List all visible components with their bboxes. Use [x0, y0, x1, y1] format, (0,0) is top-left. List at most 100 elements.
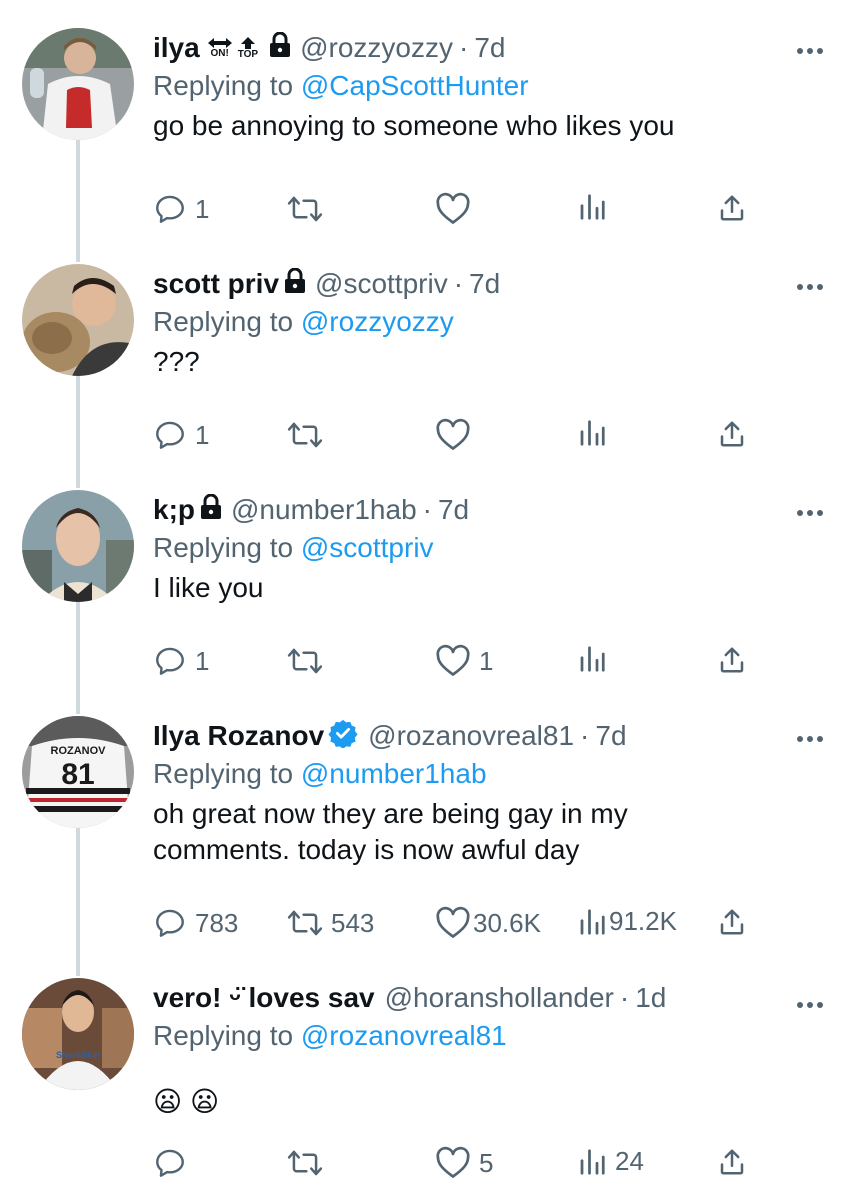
tweet-header: scott priv @scottpriv · 7d — [153, 264, 814, 304]
replying-to: Replying to @scottpriv — [153, 530, 814, 566]
handle[interactable]: @scottpriv — [315, 268, 448, 300]
reply-icon — [156, 421, 184, 449]
tweet-header: ilya ON! TOP @rozzyozzy · 7d — [153, 28, 814, 68]
heart-icon — [436, 1146, 470, 1178]
handle[interactable]: @number1hab — [231, 494, 417, 526]
display-name[interactable]: scott priv — [153, 268, 279, 300]
reply-button[interactable]: 1 — [153, 644, 209, 678]
like-button[interactable]: 5 — [435, 1146, 493, 1180]
views-button[interactable]: 24 — [577, 1146, 644, 1177]
views-button[interactable] — [577, 644, 615, 674]
like-count: 1 — [479, 645, 494, 676]
timestamp[interactable]: 7d — [595, 720, 626, 752]
avatar[interactable] — [22, 264, 134, 376]
more-options-icon[interactable] — [796, 730, 824, 748]
replying-to-mention[interactable]: @CapScottHunter — [301, 70, 529, 101]
separator-dot: · — [422, 494, 432, 525]
share-button[interactable] — [717, 644, 747, 676]
replying-to: Replying to @number1hab — [153, 756, 814, 792]
top-badge-label: TOP — [237, 49, 259, 60]
retweet-button[interactable] — [287, 192, 331, 226]
views-button[interactable] — [577, 418, 615, 448]
views-button[interactable] — [577, 192, 615, 222]
timestamp[interactable]: 7d — [438, 494, 469, 526]
retweet-count: 543 — [331, 907, 375, 938]
replying-prefix: Replying to — [153, 758, 294, 789]
more-options-icon[interactable] — [796, 504, 824, 522]
tweet[interactable]: k;p @number1hab · 7d Replying to @scottp… — [0, 490, 854, 690]
avatar[interactable]: SharkSkin — [22, 978, 134, 1090]
more-options-icon[interactable] — [796, 278, 824, 296]
reply-button[interactable]: 1 — [153, 418, 209, 452]
display-name[interactable]: ilya — [153, 32, 200, 64]
top-arrow-icon: TOP — [238, 36, 258, 60]
like-button[interactable] — [435, 418, 479, 452]
like-button[interactable]: 30.6K — [435, 906, 541, 940]
like-count: 5 — [479, 1147, 494, 1178]
avatar[interactable]: ROZANOV 81 — [22, 716, 134, 828]
timestamp[interactable]: 1d — [635, 982, 666, 1014]
replying-prefix: Replying to — [153, 532, 294, 563]
views-icon — [580, 420, 605, 446]
replying-prefix: Replying to — [153, 1020, 294, 1051]
name-emoji-badges: ON! TOP — [206, 36, 258, 60]
tweet-text: oh great now they are being gay in my co… — [153, 796, 814, 868]
lock-icon — [283, 267, 307, 301]
share-icon — [720, 1149, 744, 1175]
replying-to: Replying to @CapScottHunter — [153, 68, 814, 104]
tweet[interactable]: ROZANOV 81 Ilya Rozanov @rozanovreal81 ·… — [0, 716, 854, 946]
share-icon — [720, 421, 744, 447]
avatar[interactable] — [22, 28, 134, 140]
tweet[interactable]: SharkSkin vero! ᵕ̈ loves sav @horansholl… — [0, 978, 854, 1200]
avatar[interactable] — [22, 490, 134, 602]
retweet-icon — [287, 1150, 323, 1176]
on-arrow-icon: ON! — [206, 37, 234, 59]
reply-button[interactable]: 783 — [153, 906, 238, 940]
replying-to-mention[interactable]: @scottpriv — [301, 532, 434, 563]
share-button[interactable] — [717, 1146, 747, 1178]
tweet-text: go be annoying to someone who likes you — [153, 110, 675, 141]
retweet-button[interactable]: 543 — [287, 906, 374, 940]
tweet-header: Ilya Rozanov @rozanovreal81 · 7d — [153, 716, 814, 756]
tweet[interactable]: ilya ON! TOP @rozzyozzy · 7d Replying to… — [0, 28, 854, 228]
replying-to-mention[interactable]: @rozanovreal81 — [301, 1020, 507, 1051]
separator-dot: · — [619, 982, 630, 1013]
views-icon — [580, 646, 605, 672]
tweet-actions: 1 1 — [153, 644, 753, 684]
timestamp[interactable]: 7d — [469, 268, 500, 300]
tweet-text-line: oh great now they are being gay in my — [153, 798, 628, 829]
jersey-number: 81 — [61, 758, 94, 791]
handle[interactable]: @rozanovreal81 — [368, 720, 574, 752]
handle[interactable]: @horanshollander — [385, 982, 614, 1014]
lock-icon — [268, 31, 292, 65]
share-button[interactable] — [717, 418, 747, 450]
display-name[interactable]: Ilya Rozanov — [153, 720, 324, 752]
retweet-button[interactable] — [287, 644, 331, 678]
replying-to-mention[interactable]: @number1hab — [301, 758, 487, 789]
tweet-actions: 1 — [153, 192, 753, 232]
reply-count: 1 — [195, 419, 210, 450]
like-button[interactable]: 1 — [435, 644, 493, 678]
replying-prefix: Replying to — [153, 70, 294, 101]
replying-to-mention[interactable]: @rozzyozzy — [301, 306, 454, 337]
verified-badge-icon — [328, 718, 358, 755]
like-button[interactable] — [435, 192, 479, 226]
retweet-button[interactable] — [287, 1146, 331, 1180]
more-options-icon[interactable] — [796, 996, 824, 1014]
retweet-icon — [287, 648, 323, 674]
reply-button[interactable]: 1 — [153, 192, 209, 226]
views-button[interactable]: 91.2K — [577, 906, 677, 937]
handle[interactable]: @rozzyozzy — [300, 32, 453, 64]
timestamp[interactable]: 7d — [474, 32, 505, 64]
more-options-icon[interactable] — [796, 42, 824, 60]
share-button[interactable] — [717, 192, 747, 224]
reply-icon — [156, 909, 184, 937]
reply-button[interactable] — [153, 1146, 195, 1180]
tweet[interactable]: scott priv @scottpriv · 7d Replying to @… — [0, 264, 854, 464]
views-icon — [580, 194, 605, 220]
display-name[interactable]: vero! ᵕ̈ loves sav — [153, 982, 375, 1014]
share-icon — [720, 909, 744, 935]
share-button[interactable] — [717, 906, 747, 938]
retweet-button[interactable] — [287, 418, 331, 452]
display-name[interactable]: k;p — [153, 494, 195, 526]
